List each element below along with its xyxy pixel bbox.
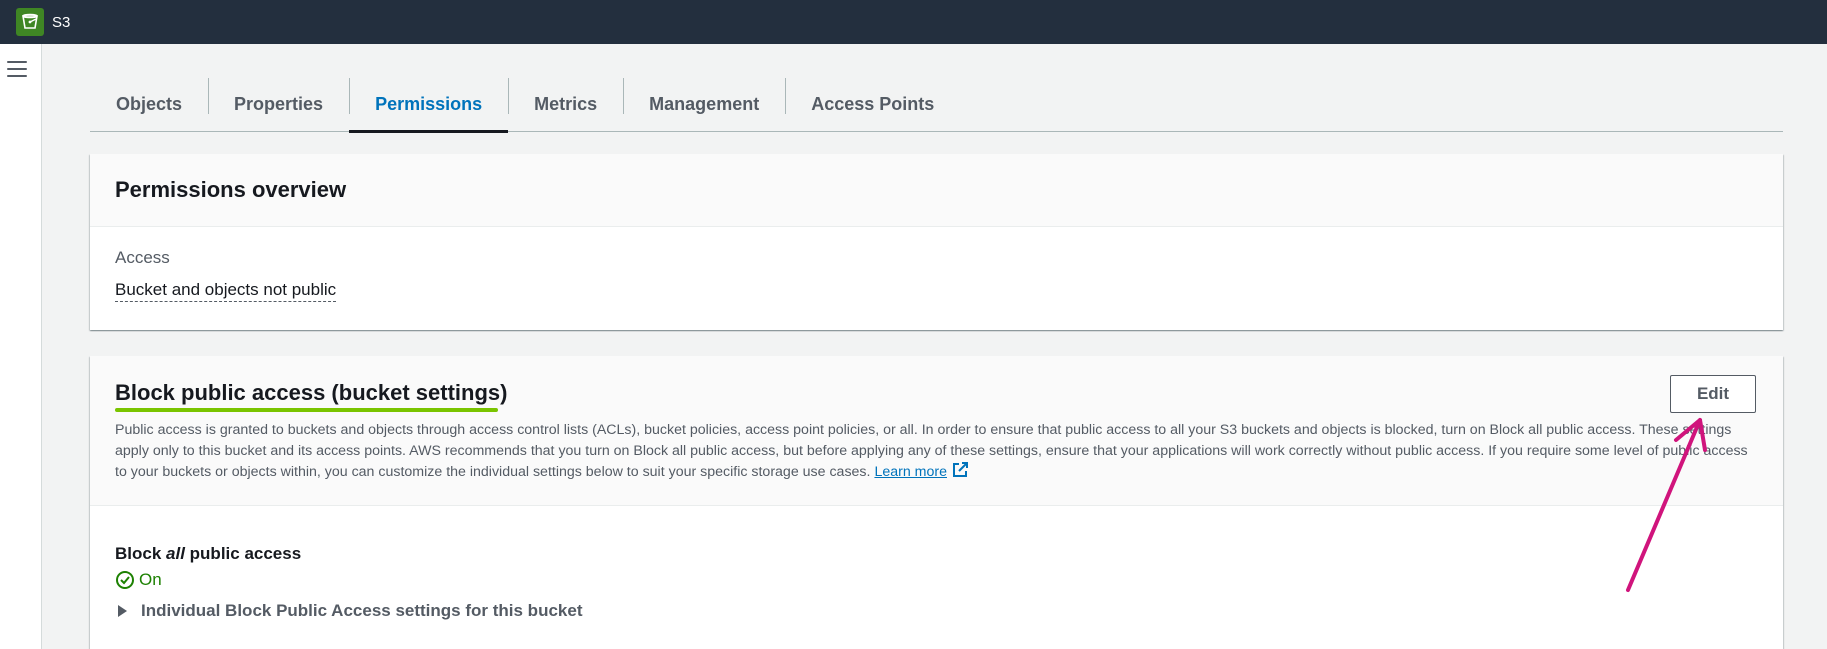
tab-metrics[interactable]: Metrics xyxy=(508,78,623,131)
edit-button[interactable]: Edit xyxy=(1670,375,1756,413)
access-label: Access xyxy=(115,248,170,267)
block-all-suffix: public access xyxy=(184,544,302,563)
external-link-icon[interactable] xyxy=(951,461,969,479)
status-indicator: On xyxy=(115,570,162,590)
expander-label: Individual Block Public Access settings … xyxy=(141,601,583,620)
individual-settings-expander[interactable]: Individual Block Public Access settings … xyxy=(115,601,582,621)
panel-header: Block public access (bucket settings) Ed… xyxy=(90,356,1783,506)
status-text: On xyxy=(139,570,162,589)
highlight-underline-annotation xyxy=(115,408,498,412)
caret-right-icon xyxy=(118,605,127,617)
tab-objects[interactable]: Objects xyxy=(90,78,208,131)
side-navigation xyxy=(0,44,42,649)
panel-title: Permissions overview xyxy=(115,177,347,202)
permissions-overview-panel: Permissions overview Access Bucket and o… xyxy=(90,154,1783,330)
tab-permissions[interactable]: Permissions xyxy=(349,78,509,133)
block-public-access-panel: Block public access (bucket settings) Ed… xyxy=(90,356,1783,649)
panel-title: Block public access (bucket settings) xyxy=(115,380,508,405)
check-circle-icon xyxy=(116,571,134,589)
panel-description: Public access is granted to buckets and … xyxy=(115,420,1755,483)
s3-bucket-icon[interactable] xyxy=(16,8,44,36)
tab-access-points[interactable]: Access Points xyxy=(785,78,960,131)
service-name[interactable]: S3 xyxy=(52,14,70,31)
block-all-prefix: Block xyxy=(115,544,167,563)
bucket-tabs: Objects Properties Permissions Metrics M… xyxy=(90,78,1783,133)
tab-properties[interactable]: Properties xyxy=(208,78,349,131)
hamburger-menu-icon[interactable] xyxy=(7,61,27,79)
panel-header: Permissions overview xyxy=(90,154,1783,227)
block-all-emphasis: all xyxy=(166,544,185,563)
access-value[interactable]: Bucket and objects not public xyxy=(115,280,337,302)
top-navigation-bar: S3 xyxy=(0,0,1827,44)
block-all-label: Block all public access xyxy=(115,544,301,564)
learn-more-link[interactable]: Learn more xyxy=(874,464,947,480)
tab-management[interactable]: Management xyxy=(623,78,785,131)
